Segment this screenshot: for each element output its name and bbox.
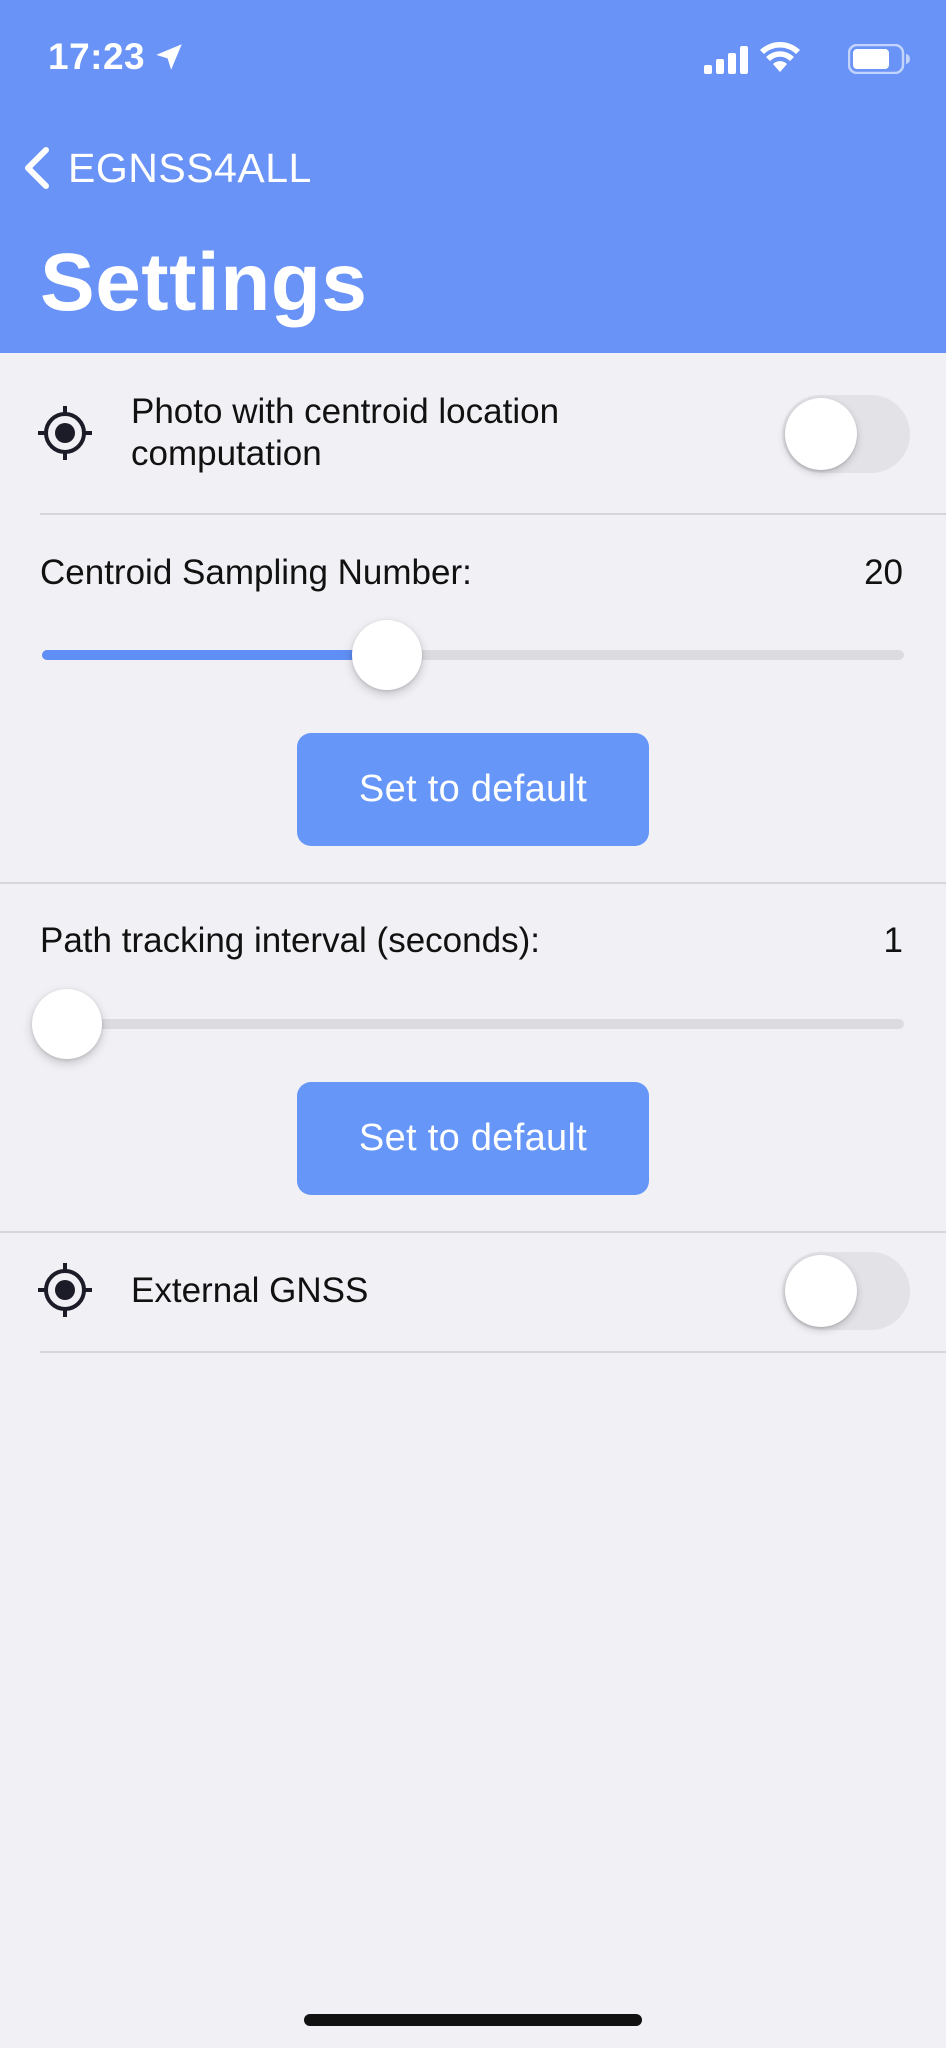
slider-thumb[interactable] [32, 989, 102, 1059]
centroid-sampling-value: 20 [864, 553, 903, 592]
path-tracking-label: Path tracking interval (seconds): [40, 921, 540, 960]
location-arrow-icon [156, 44, 182, 70]
centroid-sampling-default-button[interactable]: Set to default [297, 733, 649, 846]
path-tracking-slider[interactable] [32, 989, 904, 1059]
home-indicator [304, 2014, 642, 2026]
path-tracking-default-button[interactable]: Set to default [297, 1082, 649, 1195]
chevron-left-icon [25, 147, 49, 189]
target-icon [38, 406, 92, 460]
battery-icon [848, 44, 910, 74]
nav-header: 17:23 EGNSS4ALL Settings [0, 0, 946, 353]
slider-fill [42, 650, 387, 660]
external-gnss-label: External GNSS [131, 1271, 369, 1310]
external-gnss-toggle[interactable] [782, 1252, 910, 1330]
centroid-sampling-label: Centroid Sampling Number: [40, 553, 472, 592]
centroid-photo-toggle[interactable] [782, 395, 910, 473]
divider [0, 882, 946, 884]
centroid-photo-row: Photo with centroid location computation [0, 353, 946, 514]
divider [40, 1351, 946, 1353]
back-button-label: EGNSS4ALL [68, 144, 312, 191]
toggle-knob [785, 398, 857, 470]
slider-thumb[interactable] [351, 620, 422, 690]
status-time: 17:23 [48, 36, 146, 77]
back-button[interactable]: EGNSS4ALL [20, 138, 312, 198]
divider [40, 513, 946, 515]
path-tracking-value: 1 [883, 921, 903, 960]
centroid-sampling-slider[interactable] [42, 620, 904, 690]
centroid-photo-label: Photo with centroid location computation [131, 392, 560, 473]
wifi-icon [760, 42, 800, 72]
external-gnss-row: External GNSS [0, 1233, 946, 1351]
target-icon [38, 1263, 92, 1317]
page-title: Settings [40, 237, 368, 328]
cellular-signal-icon [704, 46, 748, 74]
toggle-knob [785, 1255, 857, 1327]
